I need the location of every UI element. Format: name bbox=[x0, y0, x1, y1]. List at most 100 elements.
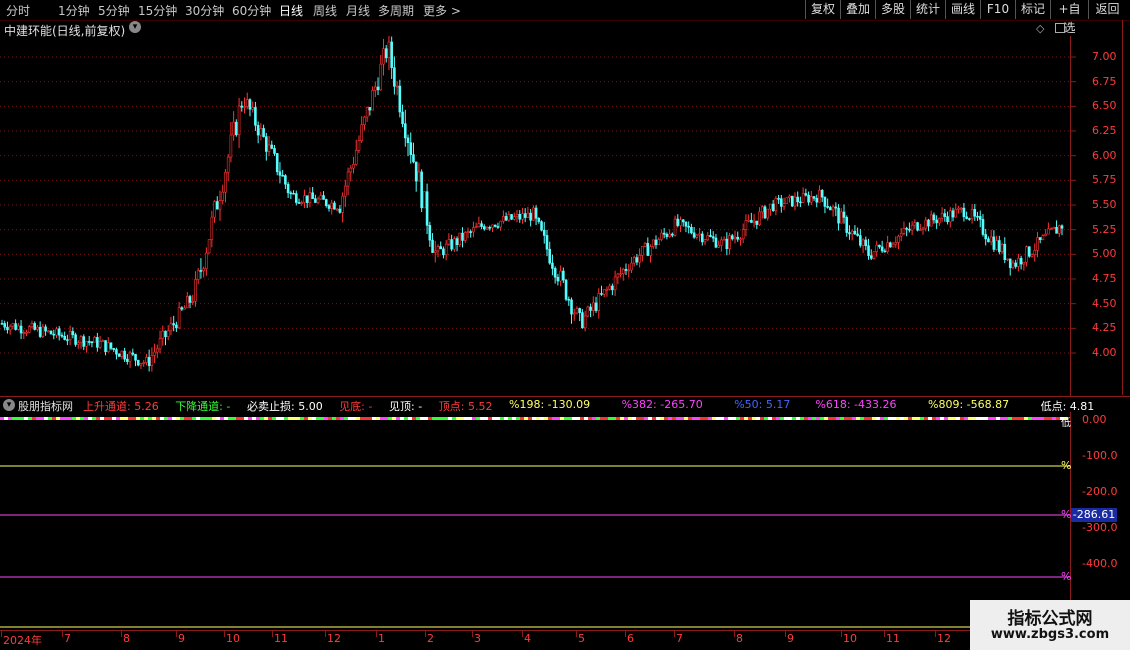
month-tick bbox=[62, 631, 63, 637]
signal-segment bbox=[160, 417, 164, 420]
candle-body bbox=[436, 246, 440, 252]
draw-line-button[interactable]: 画线 bbox=[945, 0, 980, 19]
signal-segment bbox=[720, 417, 724, 420]
candle-body bbox=[254, 107, 257, 126]
period-tab-fenshi[interactable]: 分时 bbox=[6, 2, 30, 19]
candle-body bbox=[480, 223, 483, 227]
period-tab-30min[interactable]: 30分钟 bbox=[185, 2, 224, 19]
candle-body bbox=[946, 216, 949, 223]
diamond-icon[interactable]: ◇ bbox=[1036, 22, 1044, 35]
multi-stock-button[interactable]: 多股 bbox=[875, 0, 910, 19]
mark-button[interactable]: 标记 bbox=[1015, 0, 1050, 19]
stats-button[interactable]: 统计 bbox=[910, 0, 945, 19]
candle-body bbox=[981, 219, 985, 235]
period-tab-monthly[interactable]: 月线 bbox=[346, 2, 370, 19]
period-tab-60min[interactable]: 60分钟 bbox=[232, 2, 271, 19]
signal-segment bbox=[984, 417, 988, 420]
signal-segment bbox=[760, 417, 764, 420]
signal-segment bbox=[104, 417, 108, 420]
month-tick bbox=[884, 631, 885, 637]
signal-segment bbox=[360, 417, 364, 420]
candle-body bbox=[226, 156, 230, 173]
month-label: 10 bbox=[226, 632, 240, 645]
candle-body bbox=[722, 238, 726, 241]
candle-body bbox=[319, 195, 323, 200]
signal-segment bbox=[696, 417, 700, 420]
signal-segment bbox=[660, 417, 664, 420]
signal-segment bbox=[464, 417, 468, 420]
title-dropdown-icon[interactable]: ▾ bbox=[129, 21, 141, 33]
signal-segment bbox=[804, 417, 808, 420]
candle-body bbox=[760, 206, 764, 213]
candle-body bbox=[861, 239, 865, 246]
candle-body bbox=[1000, 243, 1004, 253]
candle-body bbox=[774, 198, 778, 211]
period-tab-more[interactable]: 更多 > bbox=[423, 2, 461, 19]
candle-body bbox=[379, 63, 383, 91]
back-button[interactable]: 返回 bbox=[1088, 0, 1126, 19]
signal-segment bbox=[132, 417, 136, 420]
candle-body bbox=[55, 328, 58, 336]
month-tick bbox=[1, 631, 2, 637]
signal-segment bbox=[244, 417, 248, 420]
signal-segment bbox=[276, 417, 280, 420]
indicator-dropdown-icon[interactable]: ▾ bbox=[3, 399, 15, 411]
candle-body bbox=[292, 192, 295, 195]
add-watchlist-button[interactable]: +自选 bbox=[1050, 0, 1088, 35]
period-tab-daily[interactable]: 日线 bbox=[279, 2, 303, 19]
signal-segment bbox=[1032, 417, 1036, 420]
candle-body bbox=[651, 239, 655, 247]
signal-segment bbox=[536, 417, 540, 420]
candle-body bbox=[766, 208, 770, 219]
month-label: 8 bbox=[123, 632, 130, 645]
signal-segment bbox=[456, 417, 460, 420]
candle-body bbox=[87, 341, 91, 343]
candle-body bbox=[316, 198, 320, 203]
candle-body bbox=[251, 107, 254, 110]
candle-body bbox=[755, 220, 759, 225]
candle-body bbox=[218, 200, 222, 210]
signal-segment bbox=[68, 417, 72, 420]
window-toggle-icon[interactable] bbox=[1055, 23, 1065, 33]
candle-body bbox=[785, 197, 789, 204]
signal-segment bbox=[592, 417, 596, 420]
signal-segment bbox=[776, 417, 780, 420]
candle-body bbox=[859, 235, 862, 246]
overlay-button[interactable]: 叠加 bbox=[840, 0, 875, 19]
candle-body bbox=[1008, 258, 1012, 268]
signal-segment bbox=[332, 417, 336, 420]
candle-body bbox=[891, 243, 895, 248]
candle-body bbox=[968, 218, 971, 220]
candle-body bbox=[845, 217, 849, 233]
candle-body bbox=[215, 201, 219, 210]
signal-segment bbox=[652, 417, 656, 420]
signal-segment bbox=[1036, 417, 1040, 420]
period-tab-15min[interactable]: 15分钟 bbox=[138, 2, 177, 19]
candle-body bbox=[621, 269, 625, 275]
price-tick-label: 5.75 bbox=[1092, 173, 1117, 187]
candle-body bbox=[823, 196, 827, 207]
candle-body bbox=[1011, 262, 1015, 268]
period-tab-1min[interactable]: 1分钟 bbox=[58, 2, 90, 19]
signal-segment bbox=[736, 417, 740, 420]
candle-body bbox=[417, 171, 421, 182]
f10-button[interactable]: F10 bbox=[980, 0, 1015, 19]
candle-body bbox=[954, 209, 958, 218]
period-tab-multi[interactable]: 多周期 bbox=[378, 2, 414, 19]
candle-body bbox=[267, 144, 271, 152]
candle-body bbox=[237, 105, 241, 136]
signal-segment bbox=[540, 417, 544, 420]
candle-body bbox=[684, 221, 688, 227]
signal-segment bbox=[572, 417, 576, 420]
candle-body bbox=[286, 183, 290, 194]
signal-segment bbox=[300, 417, 304, 420]
period-tab-weekly[interactable]: 周线 bbox=[313, 2, 337, 19]
candle-body bbox=[444, 243, 448, 256]
candle-body bbox=[545, 235, 549, 250]
fuquan-button[interactable]: 复权 bbox=[805, 0, 840, 19]
candle-body bbox=[927, 219, 930, 227]
signal-segment bbox=[608, 417, 612, 420]
period-tab-5min[interactable]: 5分钟 bbox=[98, 2, 130, 19]
price-tick-label: 4.25 bbox=[1092, 321, 1117, 335]
candle-body bbox=[199, 270, 203, 272]
